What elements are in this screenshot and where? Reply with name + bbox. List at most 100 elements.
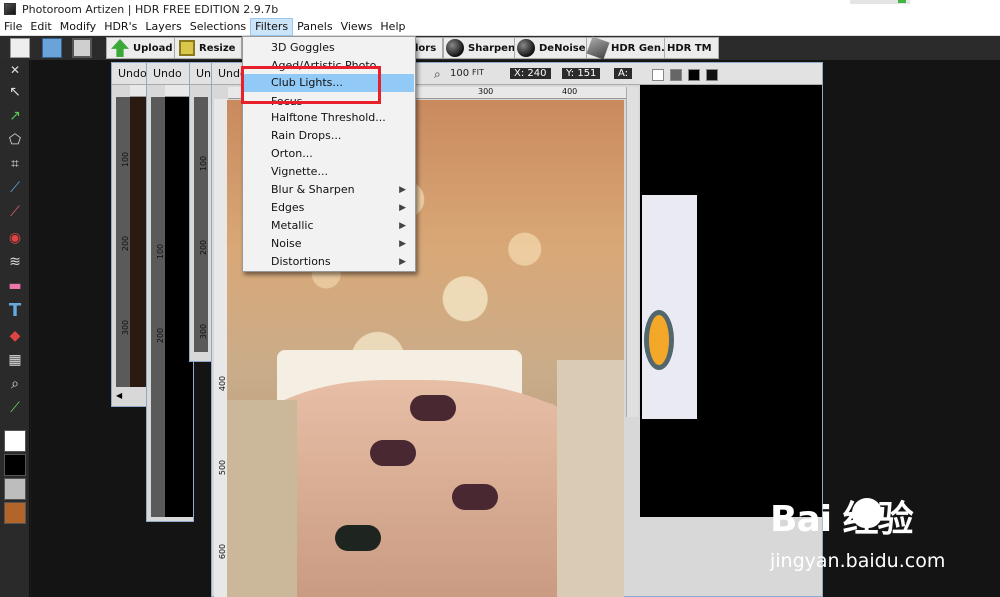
- color-chip-black-2[interactable]: [706, 69, 718, 81]
- vertical-scrollbar[interactable]: [626, 87, 638, 417]
- lasso-tool-icon[interactable]: ⬠: [5, 130, 25, 150]
- menu-bar: File Edit Modify HDR's Layers Selections…: [0, 17, 1000, 36]
- red-eye-tool-icon[interactable]: ◉: [5, 228, 25, 248]
- wave-tool-icon[interactable]: ≋: [5, 252, 25, 272]
- menu-edit[interactable]: Edit: [26, 18, 55, 36]
- app-icon: [4, 3, 16, 15]
- sharpen-label: Sharpen: [468, 42, 516, 54]
- hdr-tm-label: HDR TM: [667, 42, 712, 54]
- denoise-button[interactable]: DeNoise: [514, 37, 593, 59]
- pointer-tool-icon[interactable]: ↖: [5, 82, 25, 102]
- menu-file[interactable]: File: [0, 18, 26, 36]
- colors-label: lors: [415, 42, 437, 54]
- cursor-y-readout: Y: 151: [562, 68, 601, 79]
- menu-selections[interactable]: Selections: [186, 18, 250, 36]
- submenu-arrow-icon: ▶: [399, 203, 406, 213]
- hdr-gen-button[interactable]: HDR Gen.: [586, 36, 672, 60]
- denoise-icon: [517, 39, 535, 57]
- fit-button[interactable]: FIT: [472, 68, 484, 77]
- cursor-x-readout: X: 240: [510, 68, 551, 79]
- menu-item-noise[interactable]: Noise ▶: [244, 235, 414, 253]
- baidu-watermark: Bai 经验 jingyan.baidu.com: [770, 490, 970, 580]
- submenu-arrow-icon: ▶: [399, 257, 406, 267]
- upload-label: Upload: [133, 42, 173, 54]
- foreground-color-swatch[interactable]: [4, 430, 26, 452]
- sharpen-icon: [446, 39, 464, 57]
- open-folder-icon[interactable]: [42, 38, 62, 58]
- menu-item-edges[interactable]: Edges ▶: [244, 199, 414, 217]
- undo-caption-2: Undo: [147, 63, 193, 85]
- scroll-left-icon[interactable]: ◀: [116, 391, 122, 400]
- zoom-tool-icon[interactable]: ⌕: [5, 374, 25, 394]
- menu-item-vignette[interactable]: Vignette...: [244, 163, 414, 181]
- tool-panel: ✕ ↖ ↗ ⬠ ⌗ ⟋ ⟋ ◉ ≋ ▬ T ◆ ▦ ⌕ ⟋: [0, 60, 30, 597]
- status-indicator-icon: [898, 0, 906, 3]
- upload-button[interactable]: Upload: [106, 37, 180, 59]
- menu-item-metallic[interactable]: Metallic ▶: [244, 217, 414, 235]
- text-tool-icon[interactable]: T: [5, 300, 25, 321]
- menu-item-orton[interactable]: Orton...: [244, 145, 414, 163]
- new-file-icon[interactable]: [10, 38, 30, 58]
- photo-nail: [410, 395, 456, 421]
- menu-item-rain-drops[interactable]: Rain Drops...: [244, 127, 414, 145]
- hdr-tm-button[interactable]: HDR TM: [664, 37, 719, 59]
- background-color-swatch[interactable]: [4, 454, 26, 476]
- photo-sleeve-right: [557, 360, 624, 597]
- title-bar: Photoroom Artizen | HDR FREE EDITION 2.9…: [0, 0, 1000, 18]
- menu-item-blur-sharpen[interactable]: Blur & Sharpen ▶: [244, 181, 414, 199]
- gradient-tool-icon[interactable]: ▦: [5, 350, 25, 370]
- window-title: Photoroom Artizen | HDR FREE EDITION 2.9…: [22, 2, 279, 16]
- color-chip-gray[interactable]: [670, 69, 682, 81]
- watermark-url: jingyan.baidu.com: [770, 550, 946, 572]
- eraser-tool-icon[interactable]: ▬: [5, 276, 25, 296]
- color-chip-white[interactable]: [652, 69, 664, 81]
- crop-tool-icon[interactable]: ⌗: [5, 154, 25, 174]
- denoise-label: DeNoise: [539, 42, 586, 54]
- menu-views[interactable]: Views: [337, 18, 377, 36]
- zoom-level: 100: [450, 68, 470, 79]
- zoom-out-icon[interactable]: ⌕: [434, 67, 441, 82]
- annotation-highlight-box: [241, 66, 381, 104]
- texture-swatch[interactable]: [4, 502, 26, 524]
- menu-panels[interactable]: Panels: [293, 18, 336, 36]
- submenu-arrow-icon: ▶: [399, 185, 406, 195]
- sharpen-button[interactable]: Sharpen: [443, 37, 523, 59]
- photo-nail: [335, 525, 381, 551]
- vertical-ruler: 100 200 300: [116, 97, 130, 387]
- vertical-ruler: 100 200 300: [194, 97, 208, 352]
- close-panel-icon[interactable]: ✕: [5, 60, 25, 80]
- background-image-sliver: [642, 195, 697, 419]
- menu-item-halftone-threshold[interactable]: Halftone Threshold...: [244, 109, 414, 127]
- menu-layers[interactable]: Layers: [141, 18, 185, 36]
- hdr-gen-label: HDR Gen.: [611, 42, 665, 54]
- secondary-color-swatch[interactable]: [4, 478, 26, 500]
- pencil-tool-icon[interactable]: ⟋: [5, 202, 25, 222]
- submenu-arrow-icon: ▶: [399, 239, 406, 249]
- vertical-ruler: 100 200: [151, 97, 165, 517]
- save-icon[interactable]: [72, 38, 92, 58]
- resize-button[interactable]: Resize: [174, 37, 243, 59]
- eyedropper-tool-icon[interactable]: ⟋: [5, 398, 25, 418]
- color-chip-black[interactable]: [688, 69, 700, 81]
- photo-nail: [452, 484, 498, 510]
- upload-arrow-icon: [111, 39, 129, 57]
- brush-tool-icon[interactable]: ⟋: [5, 178, 25, 198]
- vertical-ruler: 400 500 600: [214, 99, 228, 597]
- menu-hdrs[interactable]: HDR's: [100, 18, 141, 36]
- menu-item-distortions[interactable]: Distortions ▶: [244, 253, 414, 271]
- document-window-2[interactable]: Undo 100 200: [146, 62, 195, 522]
- menu-modify[interactable]: Modify: [56, 18, 100, 36]
- photo-sleeve-left: [227, 400, 297, 597]
- watermark-brand: Bai 经验: [770, 499, 914, 540]
- alpha-readout: A:: [614, 68, 633, 79]
- menu-item-3d-goggles[interactable]: 3D Goggles: [244, 39, 414, 57]
- fill-bucket-tool-icon[interactable]: ◆: [5, 326, 25, 346]
- photo-nail: [370, 440, 416, 466]
- add-selection-tool-icon[interactable]: ↗: [5, 106, 25, 126]
- menu-filters[interactable]: Filters: [250, 17, 294, 36]
- main-toolbar: Upload Resize lors Sharpen DeNoise HDR G…: [0, 36, 1000, 60]
- submenu-arrow-icon: ▶: [399, 221, 406, 231]
- resize-label: Resize: [199, 42, 236, 54]
- menu-help[interactable]: Help: [376, 18, 409, 36]
- hdr-gen-icon: [586, 36, 610, 60]
